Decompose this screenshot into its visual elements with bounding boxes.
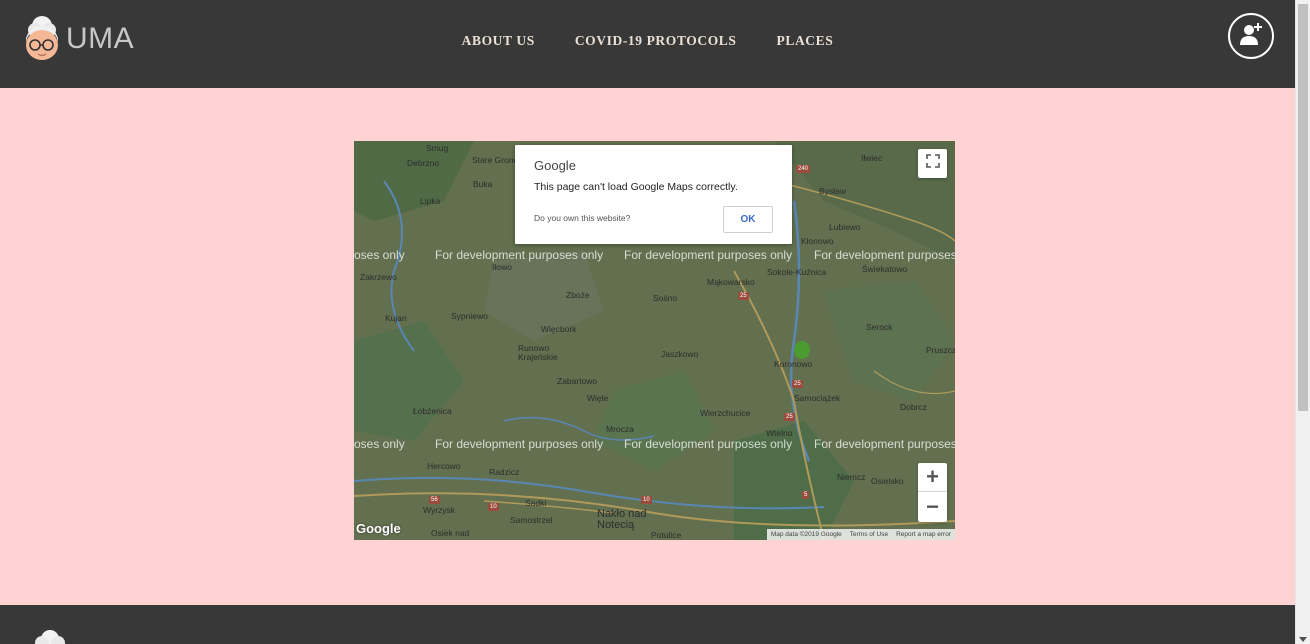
map-place: Bysław [819,186,846,196]
map-place: Mrocza [606,424,634,434]
map-place: Łobżenica [413,406,452,416]
map-place: Iłowo [492,262,512,272]
map-place: Samostrzel [510,515,553,525]
map-place: Więle [587,393,609,403]
road-number: 25 [792,380,803,388]
map-place: Hercowo [427,461,461,471]
map-place: Potulice [651,530,682,540]
map-place: Lipka [420,196,441,206]
report-map-error-link[interactable]: Report a map error [896,531,951,538]
dialog-ok-button[interactable]: OK [723,206,773,233]
site-footer [0,605,1295,644]
nav-covid-protocols[interactable]: COVID-19 PROTOCOLS [575,33,737,49]
map-place: Jaszkowo [661,349,699,359]
add-user-button[interactable] [1228,13,1274,59]
map-watermark: For development purposes only [624,248,793,262]
map-data-label: Map data ©2019 Google [770,531,842,538]
footer-logo-icon[interactable] [30,627,66,644]
map-place: Wyrzysk [423,505,456,515]
road-number: 240 [796,165,811,173]
map-watermark: For development purposes only [624,437,793,451]
google-logo[interactable]: Google [356,521,401,536]
dialog-message: This page can't load Google Maps correct… [534,181,738,193]
main-nav: ABOUT US COVID-19 PROTOCOLS PLACES [0,33,1295,49]
map-place: Iłwiec [861,153,883,163]
terms-of-use-link[interactable]: Terms of Use [850,531,888,538]
map-place: Samociążek [794,393,841,403]
map-place: Debrzno [407,158,440,168]
map-watermark: oses only [354,437,405,451]
road-number: 56 [429,496,440,504]
map-watermark: For development purposes o [814,437,955,451]
map-place: Świekatowo [862,264,908,274]
road-number: 25 [738,292,749,300]
map-place: Osielsko [871,476,904,486]
map-watermark: For development purposes only [435,437,604,451]
map-place: Runowo Krajeńskie [518,343,558,362]
map-watermark: For development purposes o [814,248,955,262]
dialog-google-logo: Google [534,158,576,173]
road-number: 5 [802,491,810,499]
dialog-own-website-link[interactable]: Do you own this website? [534,213,630,223]
map-watermark: For development purposes only [435,248,604,262]
map-place: Koronowo [774,359,813,369]
map-place: Więcbork [541,324,577,334]
site-header: UMA ABOUT US COVID-19 PROTOCOLS PLACES [0,0,1295,88]
map-place: Osiek nad [431,528,470,538]
map-watermark: oses only [354,248,405,262]
map-place: Mąkowarsko [707,277,755,287]
map-place: Radzicz [489,467,520,477]
map-place: Klonowo [801,236,834,246]
nav-about-us[interactable]: ABOUT US [462,33,535,49]
road-number: 10 [641,496,652,504]
map-attribution: Map data ©2019 Google Terms of Use Repor… [766,529,955,540]
maps-error-dialog: Google This page can't load Google Maps … [515,145,792,244]
map-place: Smug [426,143,449,153]
fullscreen-icon [925,154,940,173]
scrollbar-thumb[interactable] [1298,4,1308,411]
google-map[interactable]: Smug Debrzno Stare Gronowo Buka Lipka Ił… [354,141,955,540]
map-marker-icon[interactable] [794,341,810,359]
map-place: Kujan [385,313,407,323]
map-place: Sośno [653,293,678,303]
zoom-out-button[interactable]: − [918,492,947,522]
page-scrollbar[interactable] [1295,0,1310,644]
map-place: Dobrcz [900,402,927,412]
map-place: Sypniewo [451,311,488,321]
map-place: Serock [866,322,893,332]
add-user-icon [1238,21,1264,52]
zoom-in-button[interactable]: + [918,463,947,492]
map-place: Sokole-Kuźnica [767,267,827,277]
map-place: Zakrzewo [360,272,397,282]
scroll-down-arrow-icon[interactable] [1299,637,1307,642]
map-place-city: Nakło nad Notecią [597,508,647,531]
fullscreen-button[interactable] [918,149,947,178]
map-place: Niemcz [837,472,866,482]
map-place: Sadki [525,498,547,508]
map-place: Buka [473,179,493,189]
road-number: 25 [784,413,795,421]
map-place: Lubiewo [829,222,861,232]
road-number: 10 [488,503,499,511]
nav-places[interactable]: PLACES [777,33,834,49]
map-place: Wierzchucice [700,408,751,418]
map-place: Zabartowo [557,376,598,386]
map-place: Zboże [566,290,590,300]
map-place: Pruszcz [926,345,955,355]
